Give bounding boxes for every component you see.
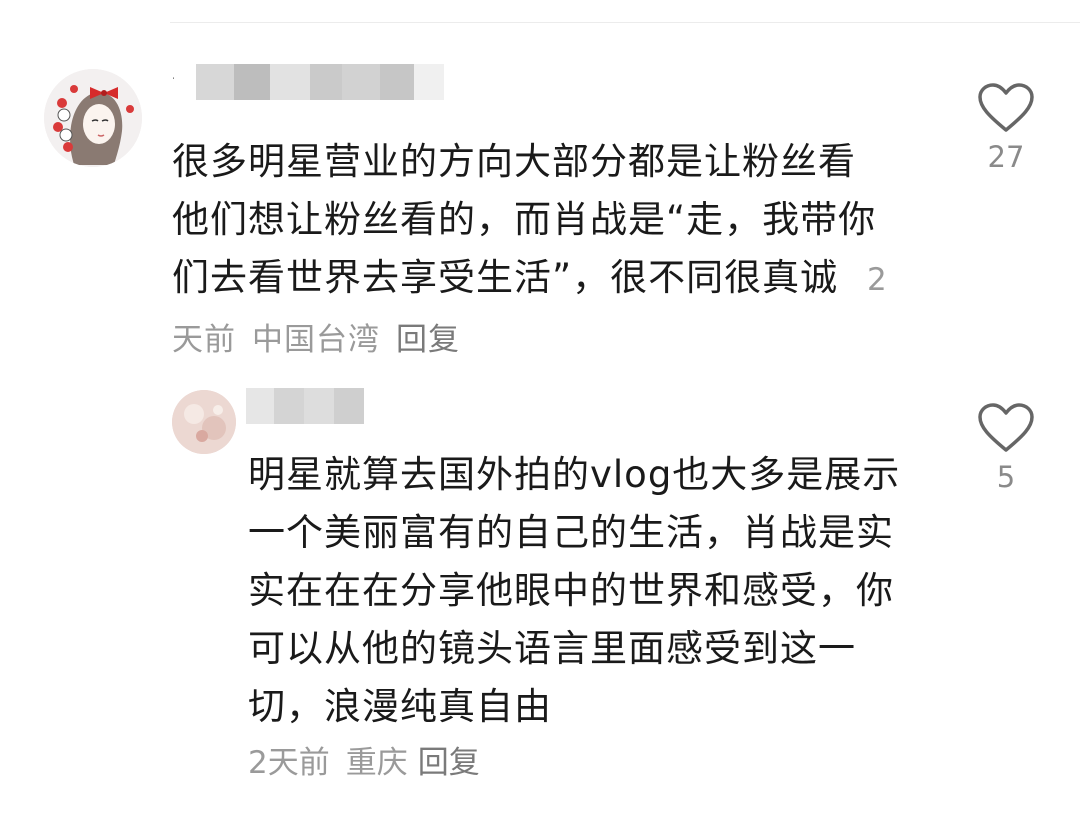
user-avatar[interactable] — [172, 390, 236, 454]
like-count: 5 — [996, 460, 1016, 494]
like-button[interactable]: 27 — [974, 82, 1038, 174]
like-count: 27 — [987, 140, 1025, 174]
top-divider — [170, 22, 1080, 23]
comment-meta: 2天前 重庆 回复 — [248, 740, 480, 786]
comment-location: 重庆 — [345, 745, 408, 781]
comment-location: 中国台湾 — [252, 322, 380, 358]
heart-outline-icon — [978, 83, 1034, 132]
username-blurred[interactable] — [246, 388, 364, 424]
reply-button[interactable]: 回复 — [396, 322, 460, 358]
user-avatar[interactable] — [44, 69, 142, 167]
comment-text: 很多明星营业的方向大部分都是让粉丝看他们想让粉丝看的，而肖战是“走，我带你们去看… — [172, 133, 892, 369]
like-button[interactable]: 5 — [974, 402, 1038, 494]
comment-time: 2天前 — [248, 745, 330, 781]
comment-text: 明星就算去国外拍的vlog也大多是展示一个美丽富有的自己的生活，肖战是实实在在在… — [248, 453, 901, 728]
heart-outline-icon — [978, 403, 1034, 452]
reply-button[interactable]: 回复 — [418, 745, 480, 781]
comment-body: 很多明星营业的方向大部分都是让粉丝看他们想让粉丝看的，而肖战是“走，我带你们去看… — [172, 140, 877, 299]
username-blurred[interactable] — [174, 64, 444, 100]
